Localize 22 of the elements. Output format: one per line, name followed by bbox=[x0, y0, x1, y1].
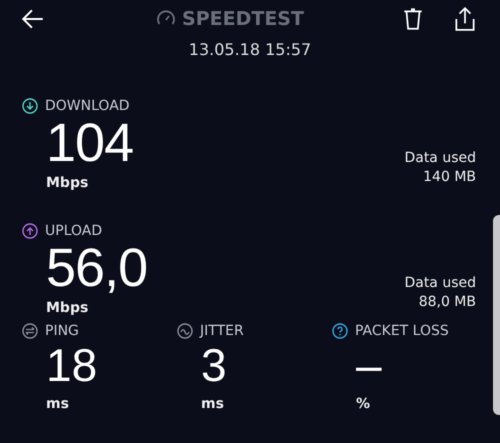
stat-value: 3 bbox=[201, 340, 228, 392]
data-used-label: Data used bbox=[404, 149, 476, 168]
metric-label: JITTER bbox=[200, 323, 244, 339]
app-title: SPEEDTEST bbox=[182, 8, 304, 30]
speed-value: 56,0 bbox=[46, 240, 148, 296]
metric-label: PING bbox=[45, 323, 79, 339]
edge-handle[interactable] bbox=[493, 215, 500, 415]
unit-label: Mbps bbox=[46, 300, 90, 316]
stat-value: 18 bbox=[46, 340, 98, 392]
unit-label: % bbox=[356, 396, 372, 412]
metric-label: DOWNLOAD bbox=[45, 98, 130, 114]
metric-label: PACKET LOSS bbox=[355, 323, 449, 339]
test-date: 13.05.18 15:57 bbox=[188, 40, 312, 61]
speed-value: 104 bbox=[46, 115, 134, 171]
metric-label: UPLOAD bbox=[45, 223, 102, 239]
data-used-value: 88,0 MB bbox=[418, 293, 476, 312]
unit-label: Mbps bbox=[46, 175, 90, 191]
unit-label: ms bbox=[201, 396, 225, 412]
data-used-label: Data used bbox=[404, 274, 476, 293]
stat-value: – bbox=[356, 340, 383, 392]
unit-label: ms bbox=[46, 396, 70, 412]
data-used-value: 140 MB bbox=[422, 168, 476, 187]
